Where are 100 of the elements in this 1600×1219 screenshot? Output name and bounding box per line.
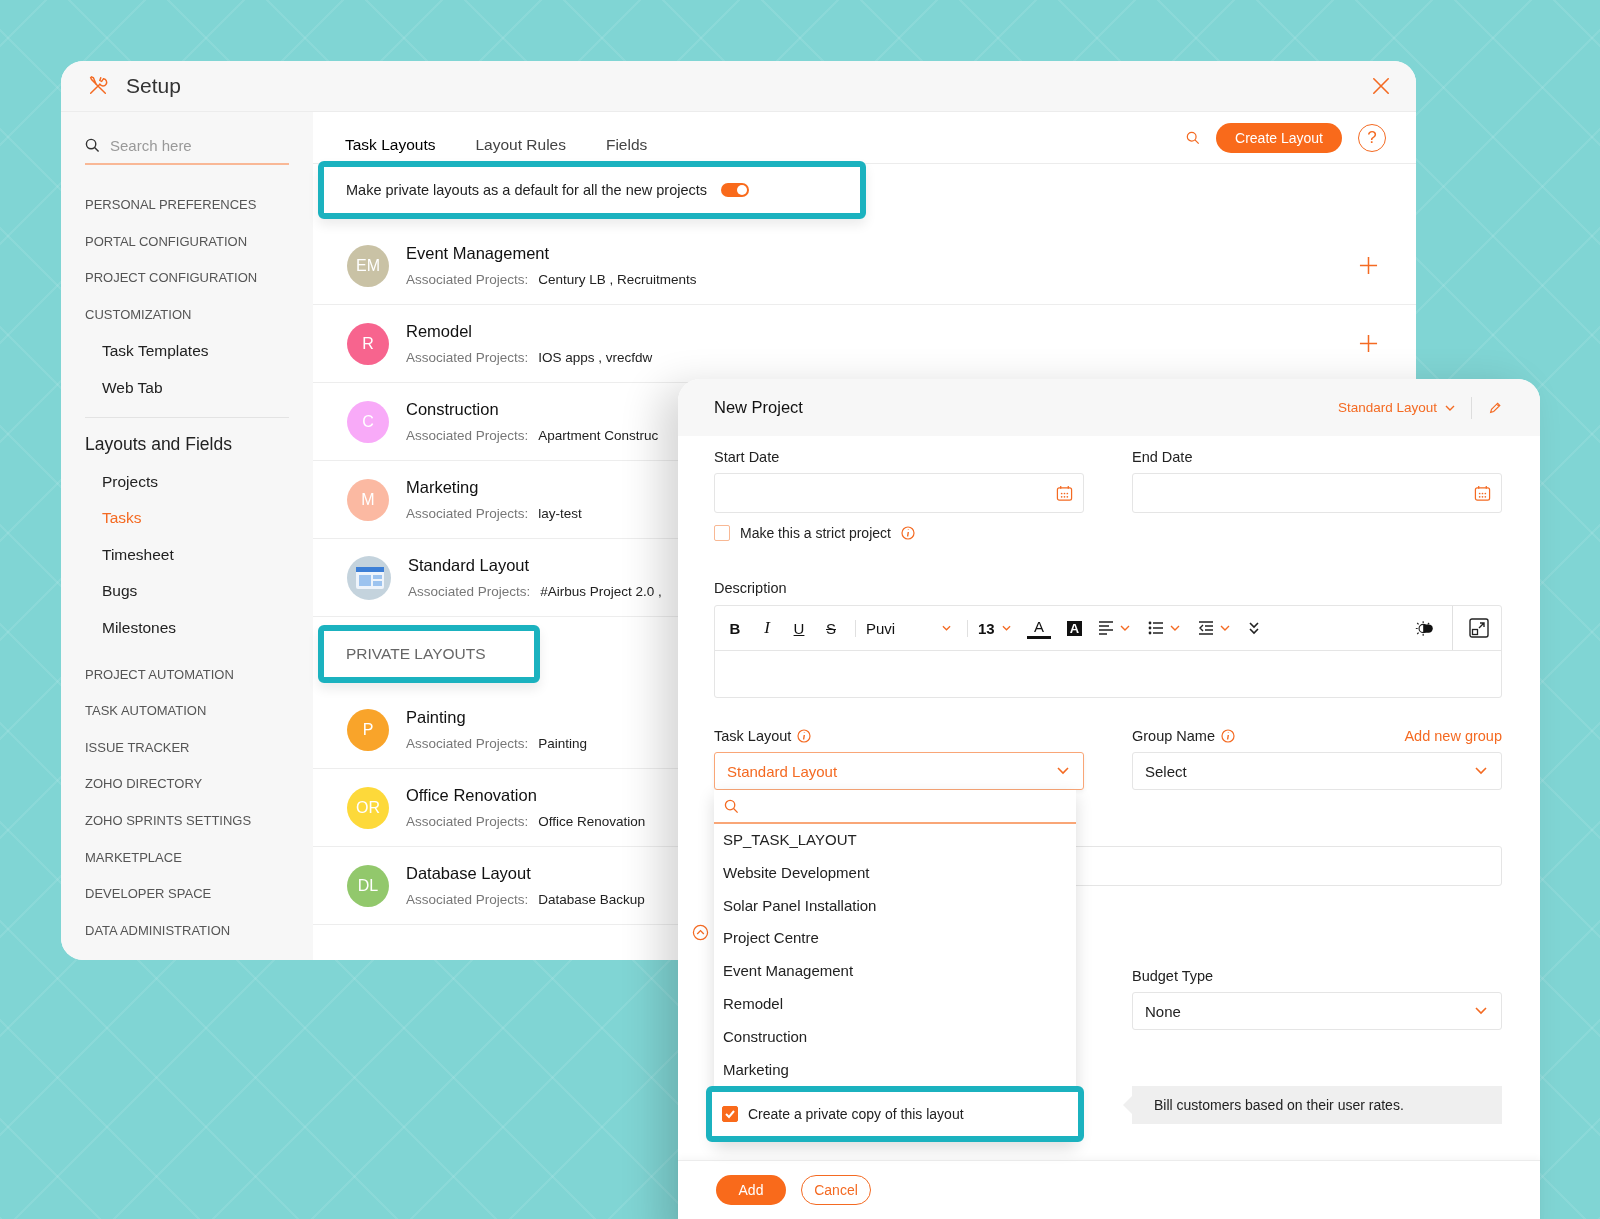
sidebar-item[interactable]: MARKETPLACE [85, 839, 289, 877]
search-icon [724, 798, 739, 814]
associated-label: Associated Projects: [406, 506, 529, 521]
banner-text: Make private layouts as a default for all the new projects [346, 182, 708, 198]
sidebar-item[interactable]: DATA ADMINISTRATION [85, 912, 289, 950]
window-title: Setup [126, 74, 181, 98]
checkbox-label: Create a private copy of this layout [748, 1106, 964, 1123]
associated-label: Associated Projects: [406, 350, 529, 365]
tab[interactable]: Layout Rules [475, 121, 566, 154]
associated-projects: Database Backup [538, 892, 645, 907]
avatar: EM [347, 244, 389, 287]
sidebar-item[interactable]: Milestones [85, 609, 289, 647]
avatar: C [347, 400, 389, 443]
sidebar-item[interactable]: CUSTOMIZATION [85, 296, 289, 334]
add-icon[interactable] [1359, 334, 1378, 353]
sidebar-item[interactable]: TASK AUTOMATION [85, 693, 289, 730]
dropdown-option[interactable]: Website Development [714, 856, 1076, 890]
layout-name: Remodel [406, 322, 474, 341]
collapse-icon[interactable] [692, 924, 709, 941]
align-icon[interactable] [1098, 620, 1132, 636]
bullet-list-icon[interactable] [1148, 620, 1182, 636]
budget-type-dropdown[interactable]: None [1132, 992, 1502, 1030]
sidebar-item[interactable]: PORTAL CONFIGURATION [85, 223, 289, 261]
dropdown-option[interactable]: Solar Panel Installation [714, 889, 1076, 923]
panel-title: New Project [714, 398, 803, 417]
date-field[interactable] [714, 473, 1084, 513]
highlight-button[interactable]: A [1067, 620, 1082, 636]
search-icon[interactable] [1186, 130, 1201, 145]
layout-row[interactable]: EM Event Management Associated Projects: Century LB , Recruitments [313, 227, 1416, 305]
associated-label: Associated Projects: [406, 892, 529, 907]
checkbox[interactable] [714, 525, 730, 541]
add-icon[interactable] [1359, 256, 1378, 275]
rich-text-editor[interactable]: B I U S Puvi 13 A A [714, 605, 1502, 698]
calendar-icon[interactable] [1474, 484, 1491, 502]
underline-button[interactable]: U [791, 619, 807, 637]
close-icon[interactable] [1372, 77, 1390, 95]
sidebar-item[interactable]: Task Templates [85, 333, 289, 370]
associated-label: Associated Projects: [406, 428, 529, 443]
dropdown-option[interactable]: Construction [714, 1020, 1076, 1054]
dropdown-option[interactable]: Remodel [714, 988, 1076, 1021]
theme-toggle-icon[interactable] [1414, 619, 1436, 637]
toggle-switch[interactable] [721, 183, 750, 197]
section-title: PRIVATE LAYOUTS [346, 645, 486, 663]
layout-icon [347, 555, 391, 600]
sidebar-item[interactable]: Bugs [85, 573, 289, 610]
associated-label: Associated Projects: [406, 736, 529, 751]
sidebar-item[interactable]: Timesheet [85, 536, 289, 574]
dropdown-option[interactable]: SP_TASK_LAYOUT [714, 824, 1076, 857]
edit-icon[interactable] [1488, 400, 1502, 415]
italic-button[interactable]: I [759, 618, 775, 638]
text-color-button[interactable]: A [1027, 617, 1051, 639]
associated-label: Associated Projects: [406, 814, 529, 829]
caret-icon [1475, 1007, 1487, 1015]
avatar: R [347, 322, 389, 365]
bold-button[interactable]: B [727, 619, 743, 637]
dropdown-option[interactable]: Event Management [714, 955, 1076, 988]
layout-name: Marketing [406, 478, 480, 497]
tab[interactable]: Task Layouts [345, 121, 436, 154]
field-label: Task Layout [714, 728, 792, 744]
layout-name: Office Renovation [406, 786, 538, 805]
layout-name: Standard Layout [408, 556, 531, 575]
strikethrough-button[interactable]: S [823, 619, 839, 637]
associated-projects: lay-test [538, 506, 582, 521]
info-icon [1221, 729, 1235, 743]
sidebar-item[interactable]: PROJECT CONFIGURATION [85, 260, 289, 297]
associated-projects: Century LB , Recruitments [538, 272, 697, 287]
sidebar-item[interactable]: Layouts and Fields [85, 416, 289, 464]
more-icon[interactable] [1248, 621, 1260, 635]
checkbox-label: Make this a strict project [740, 525, 891, 541]
sidebar-item[interactable]: PERSONAL PREFERENCES [85, 187, 289, 224]
sidebar-item[interactable]: Web Tab [85, 369, 289, 407]
calendar-icon[interactable] [1056, 484, 1073, 502]
field-label: Group Name [1132, 728, 1215, 744]
outdent-icon[interactable] [1198, 620, 1232, 636]
search-field[interactable]: Search here [85, 130, 289, 165]
dropdown-option[interactable]: Marketing [714, 1053, 1076, 1087]
font-size-dropdown[interactable]: 13 [967, 619, 1011, 637]
search-input[interactable]: Search here [108, 136, 272, 155]
layout-name: Database Layout [406, 864, 532, 883]
associated-label: Associated Projects: [406, 272, 529, 287]
checkbox[interactable] [722, 1106, 738, 1123]
font-dropdown[interactable]: Puvi [855, 619, 951, 637]
associated-projects: Apartment Construc [538, 428, 659, 443]
sidebar-item[interactable]: ISSUE TRACKER [85, 729, 289, 767]
expand-icon[interactable] [1469, 618, 1489, 638]
tab[interactable]: Fields [605, 121, 648, 154]
avatar: P [347, 708, 389, 751]
sidebar-item[interactable]: ZOHO DIRECTORY [85, 766, 289, 803]
associated-label: Associated Projects: [408, 584, 531, 599]
sidebar-item[interactable]: Projects [85, 463, 289, 501]
layout-name: Painting [406, 708, 467, 727]
dropdown-option[interactable]: Project Centre [714, 922, 1076, 956]
associated-projects: #Airbus Project 2.0 , [540, 584, 662, 599]
field-label: Start Date [714, 449, 781, 465]
sidebar-item[interactable]: DEVELOPER SPACE [85, 876, 289, 913]
associated-projects: Painting [538, 736, 588, 751]
sidebar-item[interactable]: PROJECT AUTOMATION [85, 656, 289, 694]
group-dropdown[interactable]: Select [1132, 752, 1502, 790]
sidebar-item[interactable]: ZOHO SPRINTS SETTINGS [85, 802, 289, 840]
date-field[interactable] [1132, 473, 1502, 513]
